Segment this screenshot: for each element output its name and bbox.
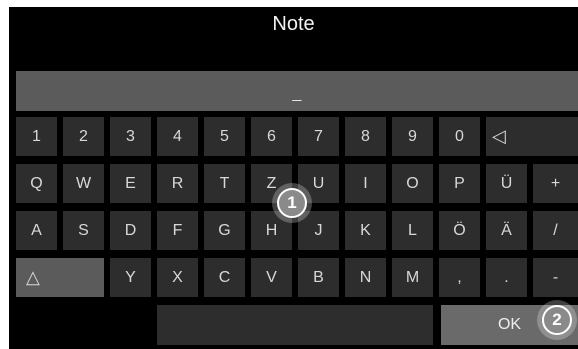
key-8[interactable]: 8 [345,117,386,156]
key-y[interactable]: Y [110,258,151,297]
key-g[interactable]: G [204,211,245,250]
key-l[interactable]: L [392,211,433,250]
key-0[interactable]: 0 [439,117,480,156]
key-comma[interactable]: , [439,258,480,297]
key-e[interactable]: E [110,164,151,203]
key-o-umlaut[interactable]: Ö [439,211,480,250]
key-v[interactable]: V [251,258,292,297]
key-plus[interactable]: + [533,164,578,203]
key-1[interactable]: 1 [16,117,57,156]
callout-number-1: 1 [277,188,307,218]
key-a[interactable]: A [16,211,57,250]
shift-icon: △ [26,267,40,287]
dialog-title: Note [272,13,315,35]
callout-number-2: 2 [542,305,572,335]
backspace-icon: ◁ [492,126,506,146]
text-input-display[interactable]: _ [16,71,578,111]
key-o[interactable]: O [392,164,433,203]
key-2[interactable]: 2 [63,117,104,156]
key-q[interactable]: Q [16,164,57,203]
key-k[interactable]: K [345,211,386,250]
key-x[interactable]: X [157,258,198,297]
key-r[interactable]: R [157,164,198,203]
space-key[interactable] [157,305,433,345]
key-f[interactable]: F [157,211,198,250]
key-c[interactable]: C [204,258,245,297]
key-i[interactable]: I [345,164,386,203]
key-n[interactable]: N [345,258,386,297]
key-6[interactable]: 6 [251,117,292,156]
key-w[interactable]: W [63,164,104,203]
key-m[interactable]: M [392,258,433,297]
key-u-umlaut[interactable]: Ü [486,164,527,203]
key-p[interactable]: P [439,164,480,203]
callout-badge-2: 2 [537,300,577,340]
key-minus[interactable]: - [533,258,578,297]
key-t[interactable]: T [204,164,245,203]
key-4[interactable]: 4 [157,117,198,156]
backspace-key[interactable]: ◁ [486,117,578,156]
callout-badge-1: 1 [272,183,312,223]
key-7[interactable]: 7 [298,117,339,156]
key-slash[interactable]: / [533,211,578,250]
key-b[interactable]: B [298,258,339,297]
screen: Note _ 1 2 3 4 5 6 7 8 9 0 ◁ Q W E R T Z… [0,0,578,349]
key-d[interactable]: D [110,211,151,250]
key-9[interactable]: 9 [392,117,433,156]
key-s[interactable]: S [63,211,104,250]
key-period[interactable]: . [486,258,527,297]
key-5[interactable]: 5 [204,117,245,156]
shift-key[interactable]: △ [16,258,104,297]
key-3[interactable]: 3 [110,117,151,156]
key-a-umlaut[interactable]: Ä [486,211,527,250]
